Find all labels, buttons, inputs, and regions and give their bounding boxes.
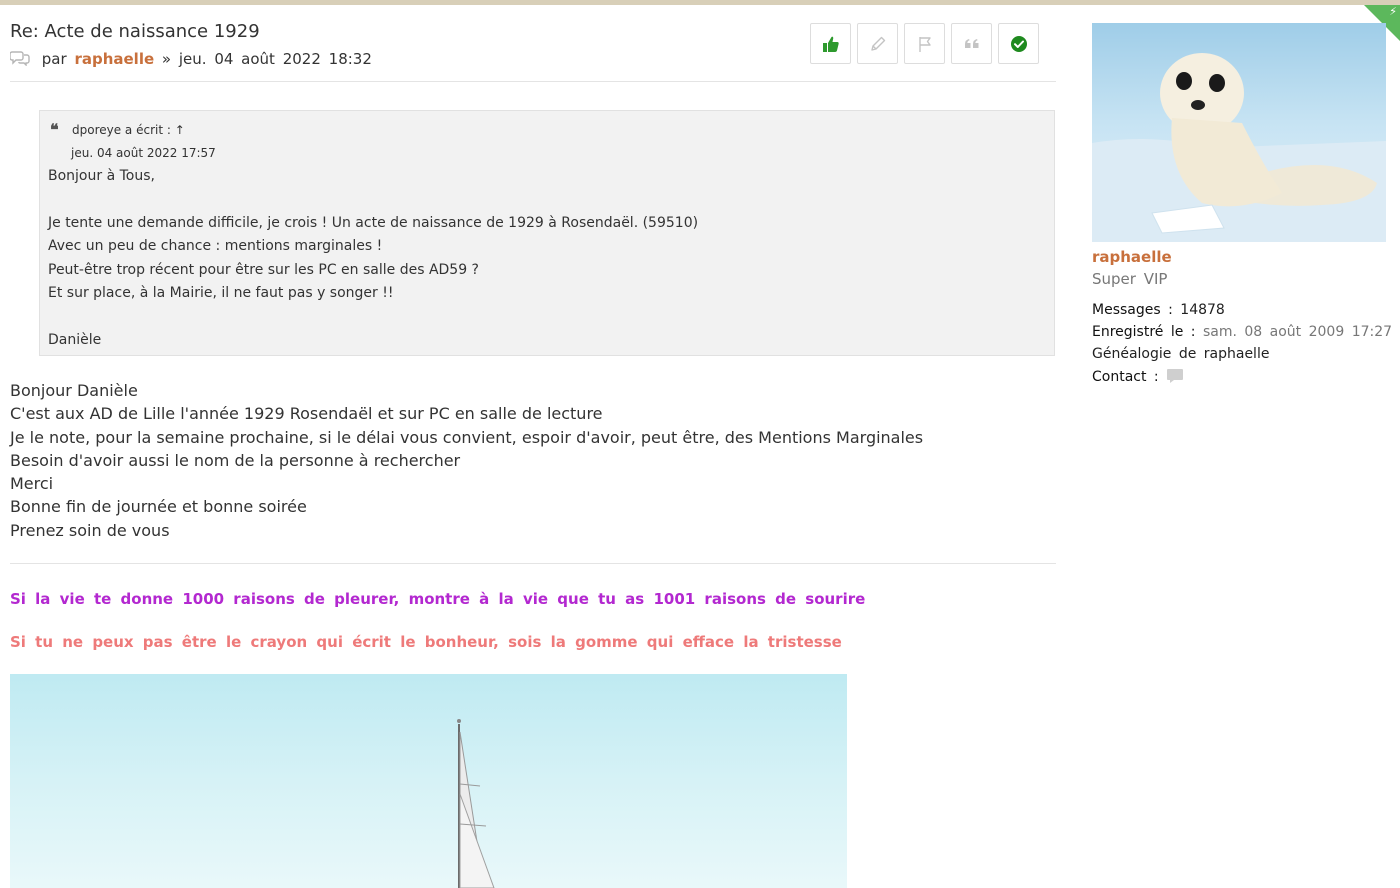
body-line: Je le note, pour la semaine prochaine, s… [10, 427, 924, 447]
quote-line: Danièle [48, 331, 102, 348]
quote-blank-line [48, 188, 1046, 211]
quote-button[interactable] [951, 23, 992, 64]
author-profile: raphaelle Super VIP Messages : 14878 Enr… [1092, 23, 1392, 385]
signature-line-1: Si la vie te donne 1000 raisons de pleur… [10, 590, 866, 608]
profile-genealogy[interactable]: Généalogie de raphaelle [1092, 346, 1269, 362]
contact-label: Contact : [1092, 369, 1159, 385]
body-line: Bonjour Danièle [10, 381, 138, 400]
contact-icon[interactable] [1166, 368, 1184, 388]
profile-registered: Enregistré le : sam. 08 août 2009 17:27 [1092, 324, 1392, 340]
post-header-divider [10, 81, 1056, 82]
edit-button[interactable] [857, 23, 898, 64]
thumbs-up-icon [822, 36, 839, 52]
quote-date: jeu. 04 août 2022 17:57 [71, 146, 216, 160]
post-meta: par raphaelle » jeu. 04 août 2022 18:32 [9, 50, 372, 70]
post-date: jeu. 04 août 2022 18:32 [178, 50, 372, 68]
signature-line-2: Si tu ne peux pas être le crayon qui écr… [10, 633, 842, 651]
body-line: Besoin d'avoir aussi le nom de la person… [10, 450, 461, 470]
quote-blank-line [48, 305, 1046, 328]
pencil-icon [870, 36, 885, 51]
check-circle-icon [1010, 35, 1027, 52]
report-button[interactable] [904, 23, 945, 64]
profile-username[interactable]: raphaelle [1092, 248, 1172, 266]
like-button[interactable] [810, 23, 851, 64]
quote-mark-icon: ❝ [50, 120, 59, 139]
profile-messages: Messages : 14878 [1092, 302, 1225, 318]
signature-sailboat-image [10, 674, 847, 888]
quote-header: ❝ dporeye a écrit : ↑ [48, 119, 1046, 141]
profile-contact: Contact : [1092, 368, 1184, 388]
post-title[interactable]: Re: Acte de naissance 1929 [10, 21, 260, 42]
solved-button[interactable] [998, 23, 1039, 64]
profile-rank: Super VIP [1092, 270, 1168, 288]
quote-line: Et sur place, à la Mairie, il ne faut pa… [48, 284, 394, 301]
quote-block: ❝ dporeye a écrit : ↑ jeu. 04 août 2022 … [39, 110, 1055, 356]
messages-label: Messages : [1092, 302, 1173, 318]
post-actions [810, 23, 1039, 64]
body-line: Merci [10, 474, 54, 494]
messages-value[interactable]: 14878 [1180, 302, 1225, 318]
quote-icon [964, 38, 978, 48]
signature-divider [10, 563, 1056, 564]
post-body: Bonjour Danièle C'est aux AD de Lille l'… [10, 379, 923, 542]
body-line: Bonne fin de journée et bonne soirée [10, 497, 307, 517]
quote-line: Je tente une demande difficile, je crois… [48, 214, 699, 231]
registered-value: sam. 08 août 2009 17:27 [1202, 324, 1393, 340]
post-author-link[interactable]: raphaelle [74, 50, 154, 68]
quote-author[interactable]: dporeye a écrit : ↑ [72, 119, 185, 141]
quote-line: Peut-être trop récent pour être sur les … [48, 261, 479, 278]
meta-prefix: par [41, 50, 67, 68]
flag-icon [918, 36, 931, 52]
body-line: C'est aux AD de Lille l'année 1929 Rosen… [10, 404, 603, 424]
speech-bubble-icon [9, 50, 30, 70]
bolt-icon: ⚡ [1389, 5, 1397, 18]
avatar[interactable] [1092, 23, 1386, 242]
quote-line: Avec un peu de chance : mentions margina… [48, 238, 383, 255]
registered-label: Enregistré le : [1092, 324, 1196, 340]
meta-separator: » [161, 50, 172, 68]
quote-line: Bonjour à Tous, [48, 168, 155, 184]
body-line: Prenez soin de vous [10, 520, 170, 540]
top-border [0, 0, 1400, 5]
